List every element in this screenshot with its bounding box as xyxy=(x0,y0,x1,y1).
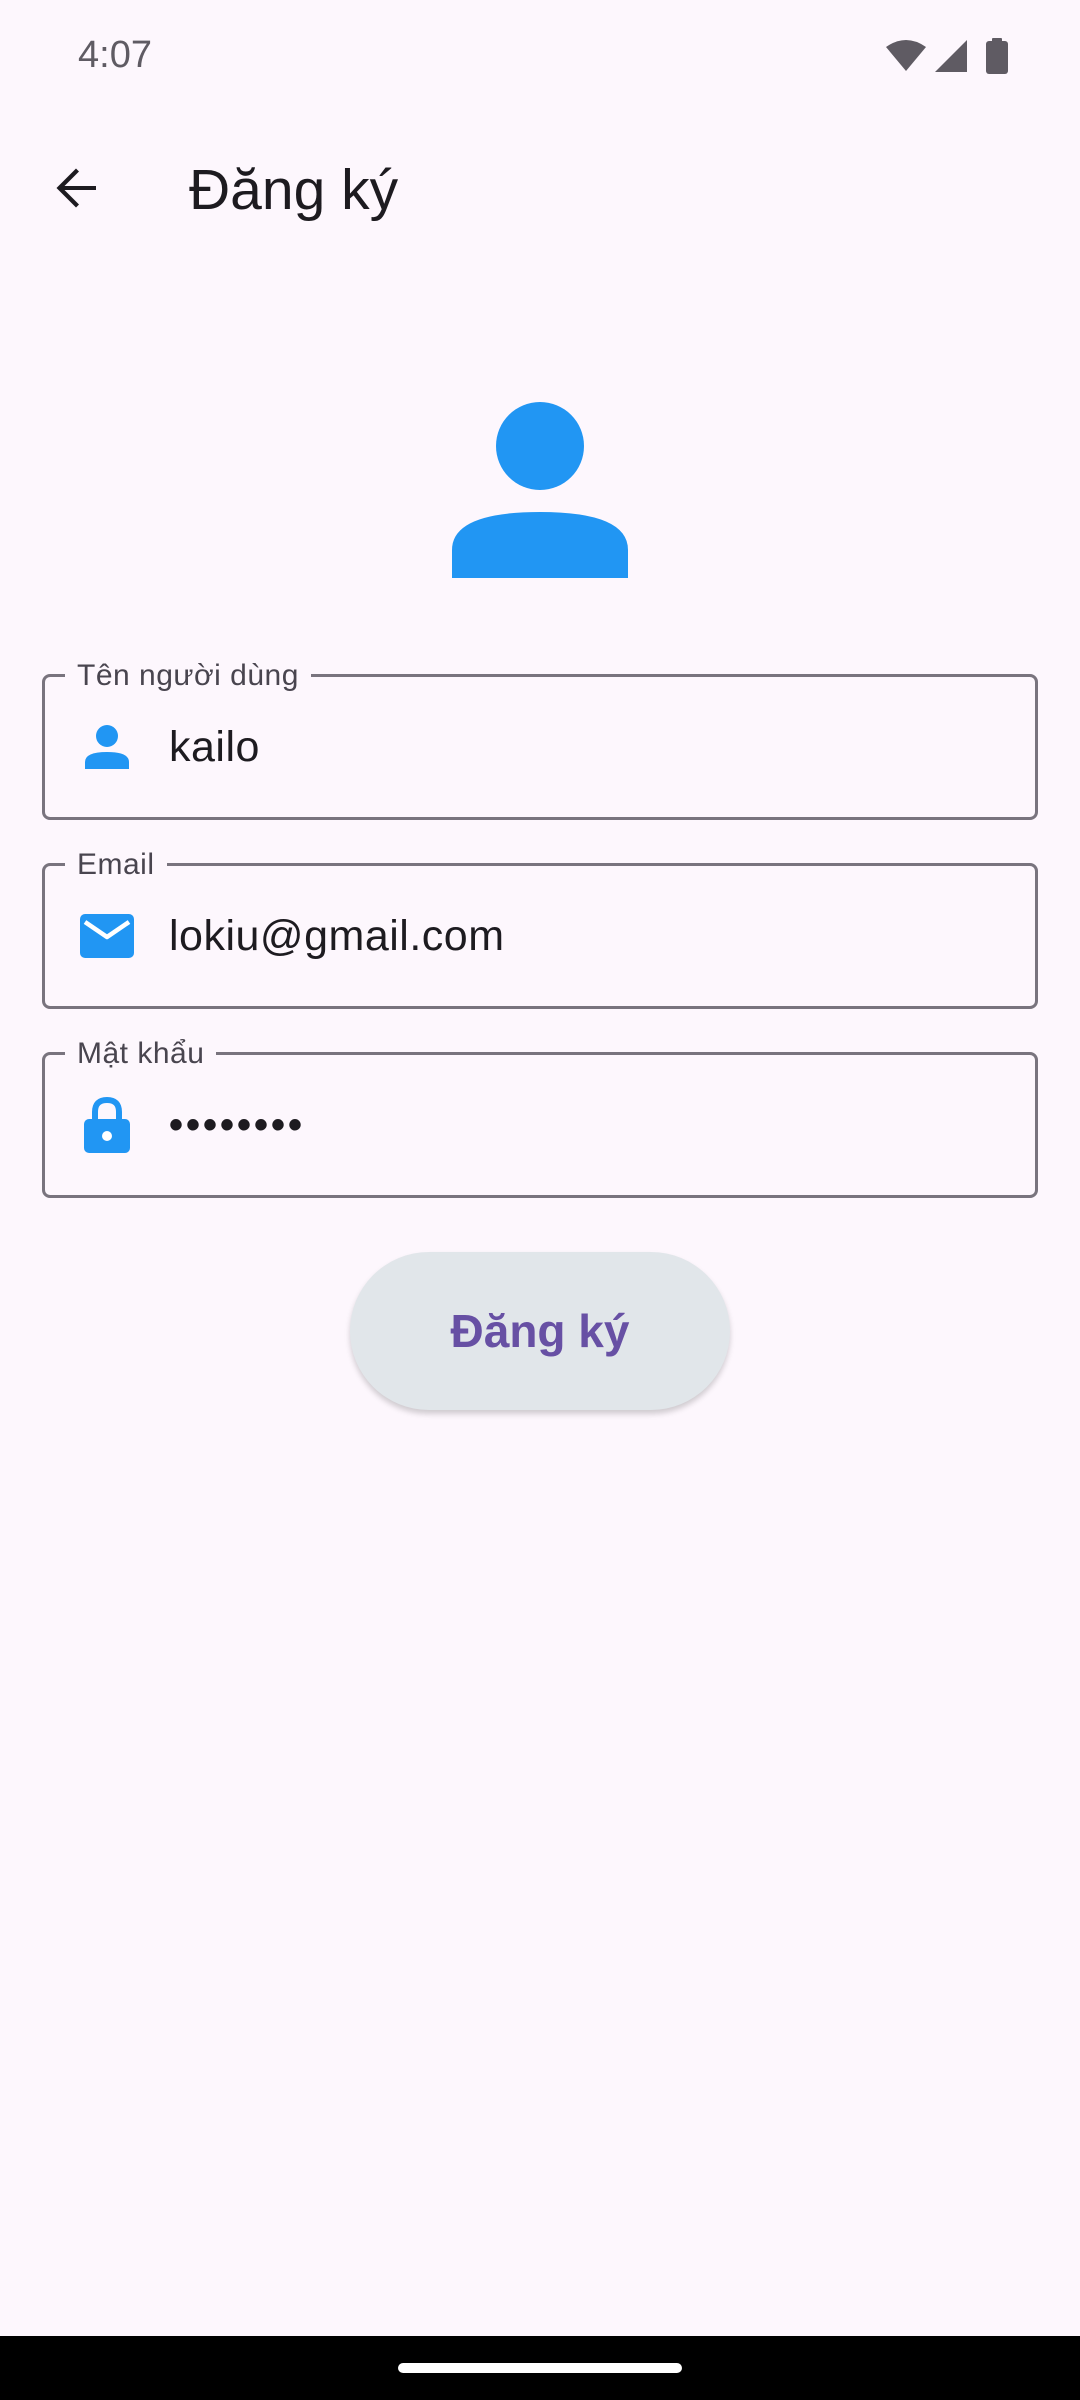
person-icon xyxy=(450,402,630,584)
battery-icon xyxy=(986,37,1008,79)
system-nav-bar xyxy=(0,2336,1080,2400)
email-input[interactable]: lokiu@gmail.com xyxy=(169,908,505,964)
password-field[interactable]: Mật khẩu •••••••• xyxy=(42,1035,1038,1198)
back-button[interactable] xyxy=(32,146,120,234)
person-icon xyxy=(79,719,135,775)
mail-icon xyxy=(79,908,135,964)
lock-icon xyxy=(79,1097,135,1153)
wifi-icon xyxy=(886,39,926,77)
avatar xyxy=(450,400,630,580)
status-bar: 4:07 xyxy=(0,0,1080,115)
username-input[interactable]: kailo xyxy=(169,719,260,775)
cellular-signal-icon xyxy=(934,39,968,78)
page-title: Đăng ký xyxy=(189,158,399,222)
arrow-back-icon xyxy=(52,164,100,217)
app-bar: Đăng ký xyxy=(0,115,1080,265)
home-indicator[interactable] xyxy=(398,2363,682,2373)
status-icons xyxy=(886,37,1008,79)
email-field[interactable]: Email lokiu@gmail.com xyxy=(42,846,1038,1009)
password-input[interactable]: •••••••• xyxy=(169,1097,305,1153)
username-field[interactable]: Tên người dùng kailo xyxy=(42,657,1038,820)
status-time: 4:07 xyxy=(78,34,152,76)
email-field-label: Email xyxy=(65,846,167,884)
password-field-label: Mật khẩu xyxy=(65,1035,217,1073)
username-field-label: Tên người dùng xyxy=(65,657,311,695)
register-button[interactable]: Đăng ký xyxy=(350,1252,730,1410)
